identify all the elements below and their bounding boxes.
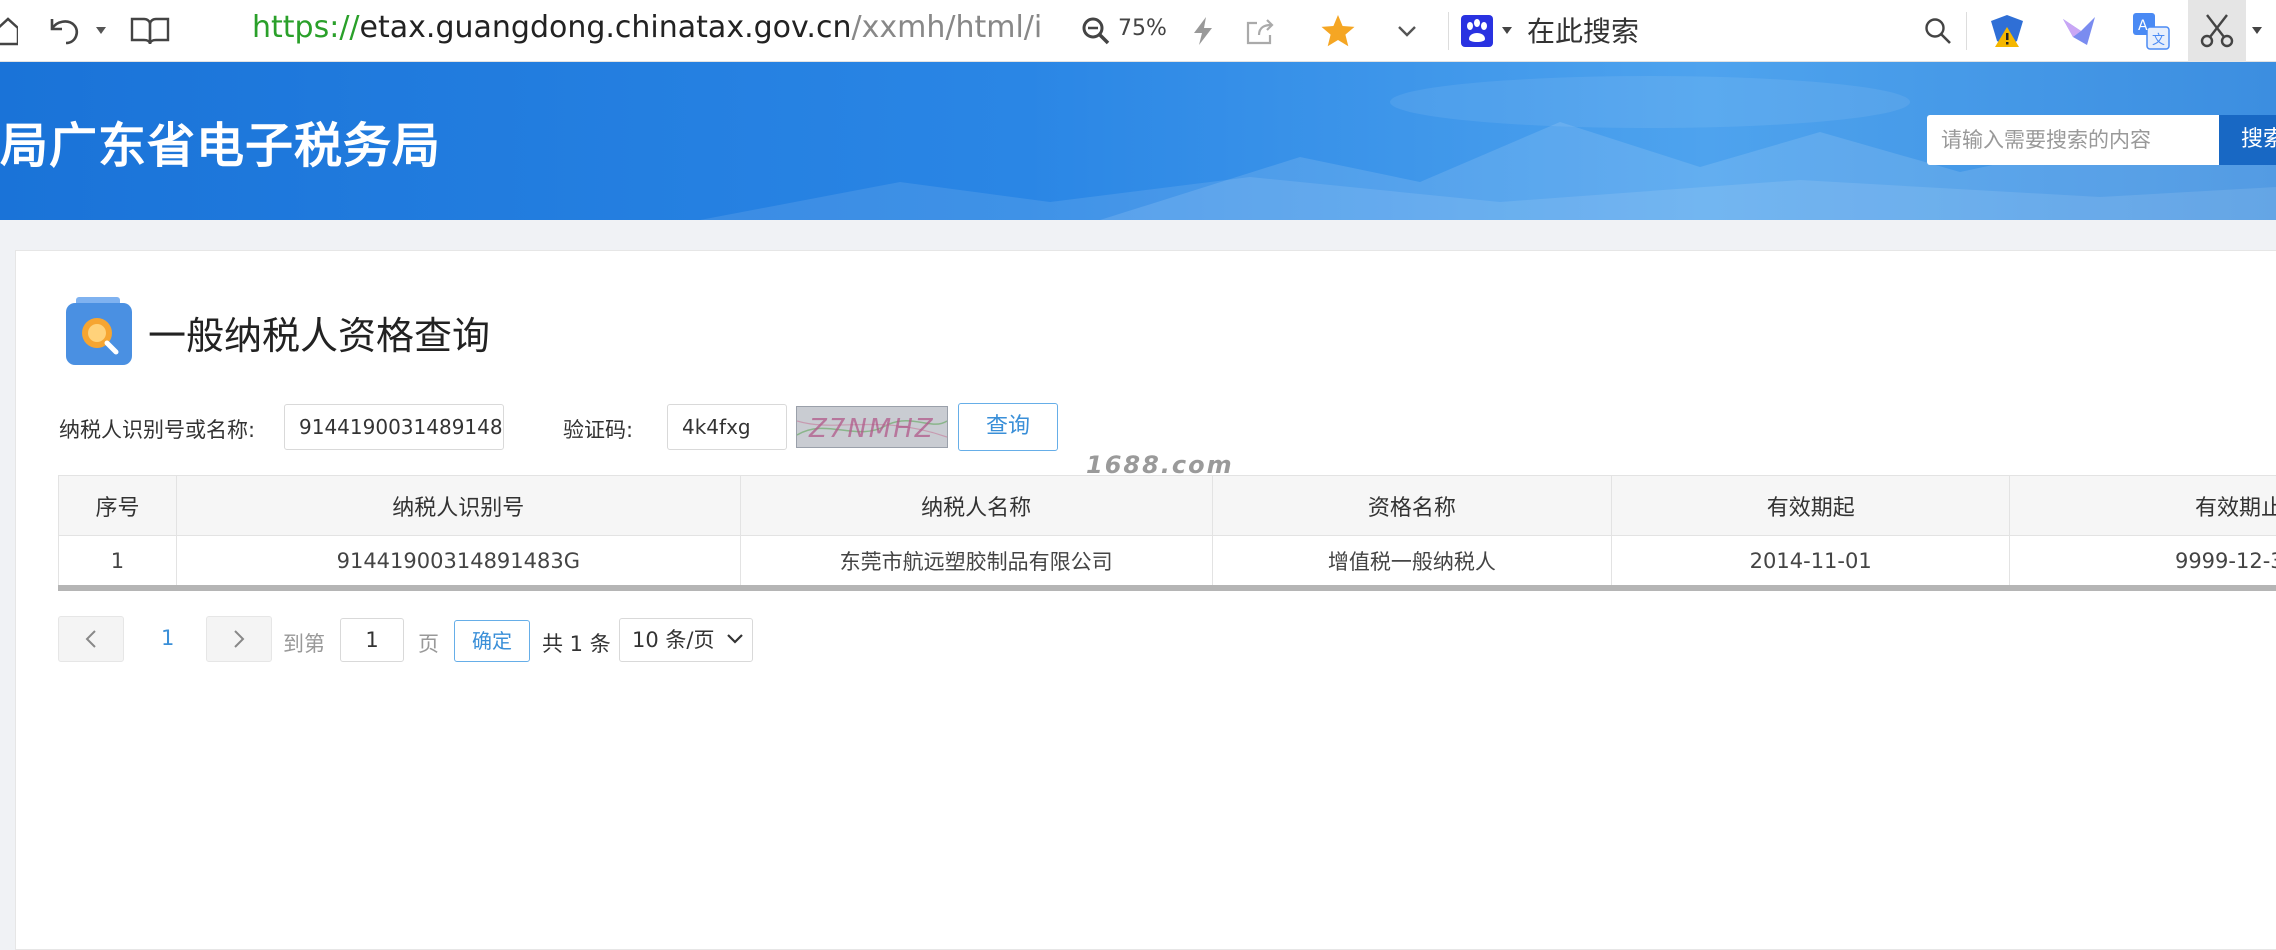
chevron-right-icon: [233, 629, 245, 649]
col-header-valid-to: 有效期止: [2010, 476, 2276, 536]
reading-mode-icon[interactable]: [128, 0, 172, 62]
svg-text:Z7NMHZ: Z7NMHZ: [808, 414, 935, 444]
chevron-down-icon: [726, 633, 744, 645]
lightning-icon[interactable]: [1186, 0, 1220, 62]
content-card: 一般纳税人资格查询 纳税人识别号或名称: 91441900314891483G …: [15, 250, 2276, 950]
goto-confirm-button[interactable]: 确定: [454, 620, 530, 662]
next-page-button[interactable]: [206, 616, 272, 662]
favorite-star-icon[interactable]: [1318, 0, 1358, 62]
site-banner: 局广东省电子税务局 请输入需要搜索的内容 搜索: [0, 62, 2276, 220]
prev-page-button[interactable]: [58, 616, 124, 662]
address-bar[interactable]: https://etax.guangdong.chinatax.gov.cn/x…: [252, 0, 1042, 62]
chevron-left-icon: [85, 629, 97, 649]
results-table: 序号 纳税人识别号 纳税人名称 资格名称 有效期起 有效期止 1 9144190…: [58, 475, 2276, 586]
table-row: 1 91441900314891483G 东莞市航远塑胶制品有限公司 增值税一般…: [59, 536, 2276, 586]
query-page-icon: [64, 297, 134, 371]
search-icon[interactable]: [1920, 0, 1956, 62]
total-count: 共 1 条: [542, 628, 611, 658]
browser-search-box[interactable]: 在此搜索: [1527, 10, 1639, 50]
col-header-taxpayer-id: 纳税人识别号: [176, 476, 740, 536]
current-page-number[interactable]: 1: [161, 626, 174, 650]
search-engine-dropdown-icon[interactable]: [1500, 0, 1514, 62]
svg-text:文: 文: [2152, 33, 2165, 48]
cell-qualification: 增值税一般纳税人: [1212, 536, 1612, 586]
shield-warning-icon[interactable]: [1980, 4, 2034, 58]
cell-taxpayer-name: 东莞市航远塑胶制品有限公司: [740, 536, 1212, 586]
home-icon[interactable]: [0, 0, 22, 62]
captcha-label: 验证码:: [563, 414, 633, 444]
site-title: 局广东省电子税务局: [0, 106, 441, 176]
toolbar-divider: [1448, 12, 1449, 50]
svg-text:A: A: [2138, 18, 2148, 34]
taxpayer-label: 纳税人识别号或名称:: [59, 414, 255, 444]
browser-toolbar: https://etax.guangdong.chinatax.gov.cn/x…: [0, 0, 2276, 62]
undo-dropdown-icon[interactable]: [94, 0, 108, 62]
cell-valid-from: 2014-11-01: [1612, 536, 2010, 586]
query-button[interactable]: 查询: [958, 403, 1058, 451]
undo-icon[interactable]: [44, 0, 84, 62]
chevron-down-icon[interactable]: [1394, 0, 1420, 62]
page-size-value: 10 条/页: [632, 628, 714, 652]
goto-suffix: 页: [418, 628, 439, 658]
cell-index: 1: [59, 536, 177, 586]
url-path: /xxmh/html/index_: [851, 10, 1042, 45]
baidu-paw-icon[interactable]: [1460, 0, 1494, 62]
bird-extension-icon[interactable]: [2052, 4, 2106, 58]
zoom-icon[interactable]: [1078, 0, 1114, 62]
goto-prefix: 到第: [283, 628, 325, 658]
cell-taxpayer-id: 91441900314891483G: [176, 536, 740, 586]
taxpayer-id-input[interactable]: 91441900314891483G: [284, 404, 504, 450]
scissors-screenshot-icon[interactable]: [2188, 0, 2246, 62]
table-horizontal-scrollbar[interactable]: [58, 585, 2276, 591]
site-search-input[interactable]: 请输入需要搜索的内容: [1927, 115, 2223, 165]
share-icon[interactable]: [1242, 0, 1278, 62]
page-size-select[interactable]: 10 条/页: [619, 618, 753, 662]
col-header-valid-from: 有效期起: [1612, 476, 2010, 536]
url-scheme: https://: [252, 10, 360, 45]
translate-icon[interactable]: A文: [2124, 4, 2178, 58]
toolbar-divider: [1966, 12, 1967, 50]
page-title: 一般纳税人资格查询: [148, 305, 490, 360]
col-header-qualification: 资格名称: [1212, 476, 1612, 536]
zoom-level[interactable]: 75%: [1118, 16, 1167, 41]
col-header-taxpayer-name: 纳税人名称: [740, 476, 1212, 536]
url-domain: etax.guangdong.chinatax.gov.cn: [360, 10, 852, 45]
captcha-image[interactable]: Z7NMHZ: [796, 406, 948, 448]
table-header-row: 序号 纳税人识别号 纳税人名称 资格名称 有效期起 有效期止: [59, 476, 2276, 536]
cell-valid-to: 9999-12-31: [2010, 536, 2276, 586]
site-search-button[interactable]: 搜索: [2219, 115, 2276, 165]
goto-page-input[interactable]: 1: [340, 618, 404, 662]
captcha-input[interactable]: 4k4fxg: [667, 404, 787, 450]
screenshot-dropdown-icon[interactable]: [2250, 0, 2264, 62]
col-header-index: 序号: [59, 476, 177, 536]
